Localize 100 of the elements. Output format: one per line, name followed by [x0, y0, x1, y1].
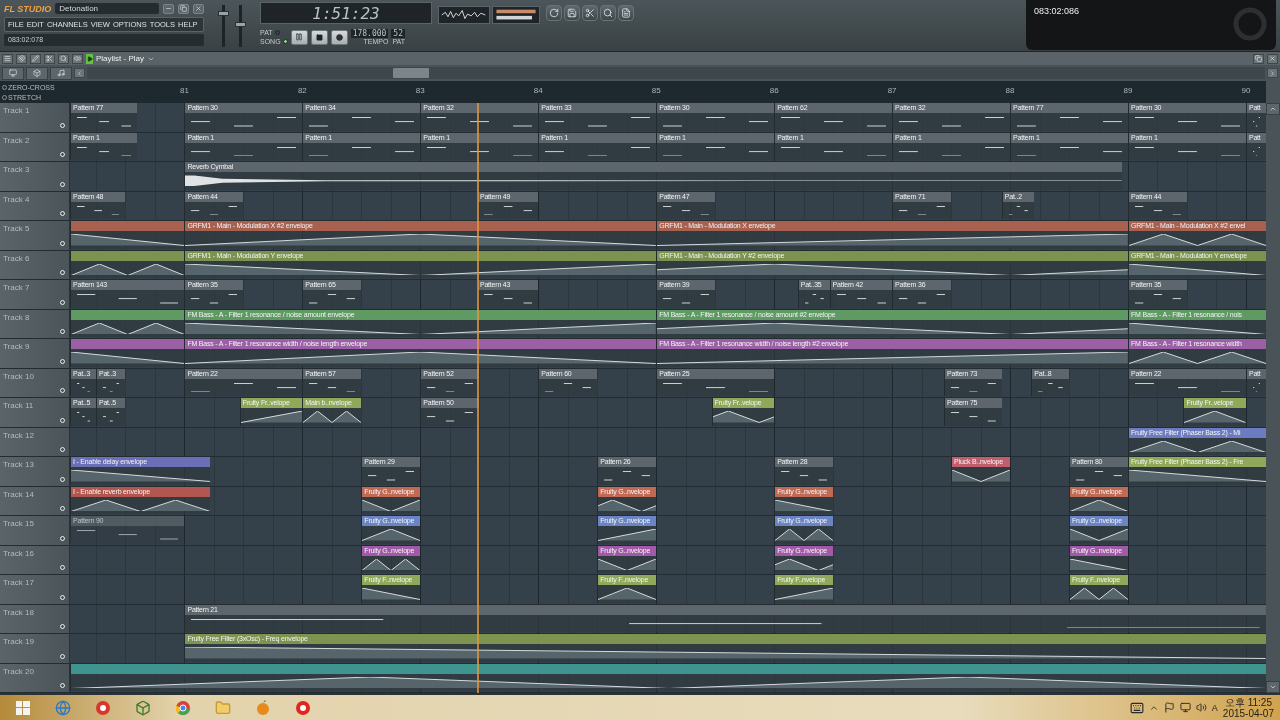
track-led-icon[interactable]: [60, 152, 65, 157]
track-header[interactable]: Track 4: [0, 191, 70, 220]
envelope-curve: [598, 588, 657, 600]
pattern-display[interactable]: 52: [391, 28, 405, 38]
track-led-icon[interactable]: [60, 122, 65, 128]
track-header[interactable]: Track 19: [0, 634, 70, 663]
snap-button[interactable]: [16, 53, 27, 64]
refresh-button[interactable]: [546, 5, 562, 21]
track-header[interactable]: Track 20: [0, 663, 70, 692]
automation-clip[interactable]: [70, 339, 185, 367]
menu-button[interactable]: [2, 53, 13, 64]
track-led-icon[interactable]: [60, 447, 65, 452]
document-button[interactable]: [618, 5, 634, 21]
track-header[interactable]: Track 9: [0, 339, 70, 368]
automation-clip[interactable]: [70, 221, 185, 249]
keyboard-icon[interactable]: [1129, 700, 1144, 715]
vertical-scrollbar[interactable]: [1266, 103, 1280, 693]
bar-number: 89: [1123, 86, 1133, 95]
track-led-icon[interactable]: [60, 535, 65, 541]
notes-drawing: [663, 205, 710, 215]
horizontal-scrollbar[interactable]: [87, 67, 1265, 79]
scroll-up-button[interactable]: [1266, 103, 1280, 115]
scroll-right-button[interactable]: [1267, 68, 1278, 78]
mode-led[interactable]: [282, 39, 288, 44]
close-button[interactable]: [1267, 53, 1278, 64]
automation-clip[interactable]: [70, 663, 1266, 691]
restore-button[interactable]: [1253, 53, 1264, 64]
pause-button[interactable]: [290, 29, 308, 45]
track-header[interactable]: Track 7: [0, 280, 70, 309]
stop-button[interactable]: [310, 29, 328, 45]
scroll-left-button[interactable]: [74, 68, 85, 78]
track-led-icon[interactable]: [60, 270, 65, 275]
cut-button[interactable]: [582, 5, 598, 21]
timeline-ruler[interactable]: 81 82 83 84 85 86 87 88 89 90: [70, 81, 1266, 103]
save-button[interactable]: [564, 5, 580, 21]
search-button[interactable]: [600, 5, 616, 21]
minimize-button[interactable]: [163, 3, 174, 14]
fader-thumb[interactable]: [235, 21, 246, 27]
automation-tab[interactable]: [26, 66, 48, 80]
track-led-icon[interactable]: [60, 211, 65, 216]
playlist-tab[interactable]: [2, 66, 24, 80]
scissors-icon: [585, 8, 595, 18]
notes-drawing: [1008, 205, 1028, 215]
automation-clip[interactable]: [70, 309, 185, 337]
pencil-icon: [32, 55, 39, 62]
track-name: Track 13: [3, 460, 34, 469]
track-led-icon[interactable]: [60, 565, 65, 570]
scroll-thumb[interactable]: [393, 68, 429, 78]
screen-icon[interactable]: [1179, 702, 1191, 713]
track-header[interactable]: Track 15: [0, 516, 70, 545]
flag-icon[interactable]: [1163, 702, 1175, 713]
track-led-icon[interactable]: [60, 653, 65, 659]
track-header[interactable]: Track 12: [0, 427, 70, 456]
mute-tool-button[interactable]: [72, 53, 83, 64]
track-led-icon[interactable]: [60, 624, 65, 629]
track-header[interactable]: Track 3: [0, 162, 70, 191]
track-led-icon[interactable]: [60, 240, 65, 246]
envelope-curve: [1184, 411, 1246, 423]
track-led-icon[interactable]: [60, 181, 65, 187]
track-led-icon[interactable]: [60, 358, 65, 364]
track-header[interactable]: Track 5: [0, 221, 70, 250]
track-led-icon[interactable]: [60, 594, 65, 600]
track-header[interactable]: Track 13: [0, 457, 70, 486]
track-led-icon[interactable]: [60, 329, 65, 334]
speaker-icon[interactable]: [1195, 702, 1207, 713]
notes-drawing: [102, 412, 120, 422]
track-header[interactable]: Track 1: [0, 103, 70, 132]
track-header[interactable]: Track 14: [0, 486, 70, 515]
scroll-down-button[interactable]: [1266, 681, 1280, 693]
speaker-icon: [74, 55, 81, 62]
close-button[interactable]: [193, 3, 204, 14]
track-led-icon[interactable]: [60, 683, 65, 688]
cut-tool-button[interactable]: [44, 53, 55, 64]
notes-drawing: [77, 146, 132, 156]
track-header[interactable]: Track 18: [0, 604, 70, 633]
restore-button[interactable]: [178, 3, 189, 14]
track-led-icon[interactable]: [60, 388, 65, 393]
notes-drawing: [427, 412, 474, 422]
refresh-icon: [549, 8, 559, 18]
track-header[interactable]: Track 10: [0, 368, 70, 397]
track-header[interactable]: Track 11: [0, 398, 70, 427]
input-language[interactable]: A: [1211, 702, 1218, 713]
track-led-icon[interactable]: [60, 299, 65, 305]
automation-clip[interactable]: [70, 250, 185, 278]
draw-tool-button[interactable]: [30, 53, 41, 64]
track-header[interactable]: Track 6: [0, 250, 70, 279]
zoom-tool-button[interactable]: [58, 53, 69, 64]
track-led-icon[interactable]: [60, 506, 65, 511]
track-header[interactable]: Track 8: [0, 309, 70, 338]
track-header[interactable]: Track 2: [0, 132, 70, 161]
record-button[interactable]: [330, 29, 348, 45]
track-led-icon[interactable]: [60, 476, 65, 482]
project-title: Detonation: [55, 3, 159, 14]
fader-thumb[interactable]: [218, 11, 229, 17]
track-led-icon[interactable]: [60, 417, 65, 423]
track-header[interactable]: Track 16: [0, 545, 70, 574]
tempo-display[interactable]: 178.000: [350, 28, 389, 38]
track-header[interactable]: Track 17: [0, 575, 70, 604]
audio-tab[interactable]: [50, 66, 72, 80]
bar-number: 85: [651, 86, 661, 95]
